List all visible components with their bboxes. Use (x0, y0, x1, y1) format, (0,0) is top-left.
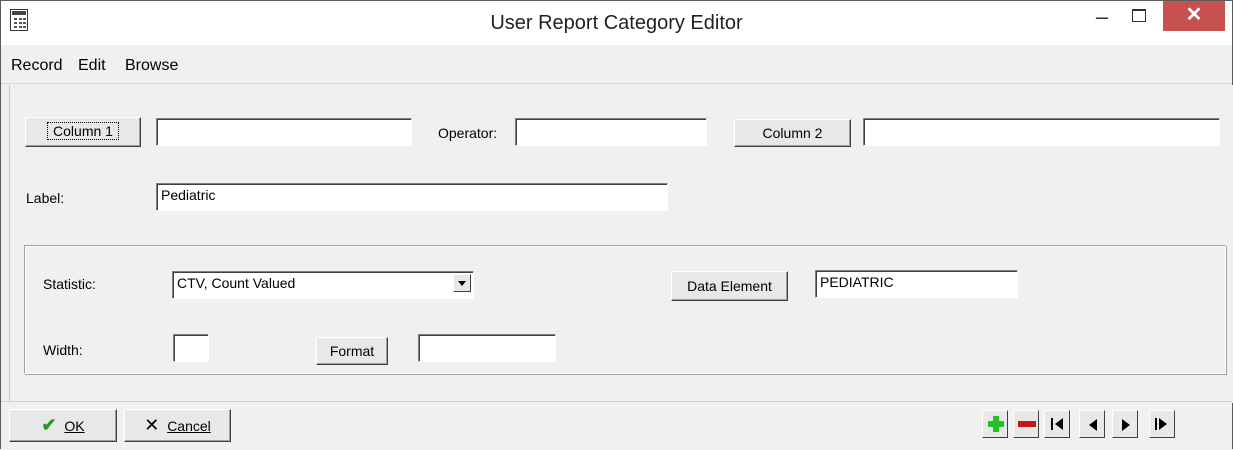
menu-bar: Record Edit Browse (1, 51, 1232, 84)
minimize-button[interactable]: – (1087, 3, 1117, 33)
add-record-icon (988, 416, 1004, 432)
menu-browse[interactable]: Browse (125, 57, 178, 75)
statistic-select[interactable]: CTV, Count Valued (172, 271, 474, 299)
add-record-button[interactable] (982, 410, 1008, 438)
delete-record-button[interactable] (1013, 410, 1039, 438)
x-icon: ✕ (144, 415, 160, 435)
data-element-field[interactable]: PEDIATRIC (815, 270, 1018, 298)
ok-button-label: OK (64, 418, 85, 434)
bottom-toolbar: ✔ OK ✕ Cancel (1, 401, 1232, 450)
statistic-label: Statistic: (43, 276, 96, 292)
editor-form: Column 1 Operator: Column 2 Label: Pedia… (9, 85, 1233, 403)
previous-record-button[interactable] (1079, 410, 1105, 438)
operator-label: Operator: (438, 125, 498, 141)
column2-button[interactable]: Column 2 (734, 119, 851, 147)
last-record-button[interactable] (1149, 410, 1175, 438)
maximize-button[interactable] (1124, 3, 1154, 33)
close-icon: ✕ (1185, 4, 1203, 26)
column1-button-label: Column 1 (47, 122, 119, 140)
maximize-icon (1132, 9, 1146, 22)
operator-field[interactable] (515, 118, 707, 146)
window-title: User Report Category Editor (490, 12, 743, 34)
statistic-group: Statistic: CTV, Count Valued Data Elemen… (24, 245, 1226, 374)
ok-button[interactable]: ✔ OK (9, 409, 117, 442)
delete-record-icon (1018, 421, 1036, 427)
menu-edit[interactable]: Edit (78, 57, 106, 75)
data-element-button[interactable]: Data Element (671, 271, 788, 301)
label-field[interactable]: Pediatric (156, 183, 668, 211)
column2-field[interactable] (863, 118, 1220, 146)
menu-record[interactable]: Record (11, 57, 63, 75)
format-button[interactable]: Format (316, 337, 388, 365)
close-button[interactable]: ✕ (1163, 1, 1225, 31)
previous-record-icon (1089, 419, 1097, 431)
width-field[interactable] (173, 334, 209, 362)
next-record-button[interactable] (1112, 410, 1138, 438)
title-bar[interactable]: User Report Category Editor – ✕ (1, 1, 1232, 45)
cancel-button-label: Cancel (167, 418, 211, 434)
width-label: Width: (43, 342, 83, 358)
checkmark-icon: ✔ (41, 415, 57, 435)
editor-window: User Report Category Editor – ✕ Record E… (0, 0, 1233, 450)
label-label: Label: (26, 190, 65, 206)
statistic-selected-value: CTV, Count Valued (177, 275, 296, 291)
column1-button[interactable]: Column 1 (25, 117, 141, 147)
format-field[interactable] (418, 334, 556, 362)
cancel-button[interactable]: ✕ Cancel (124, 409, 231, 442)
column1-field[interactable] (156, 118, 412, 146)
next-record-icon (1122, 419, 1130, 431)
first-record-button[interactable] (1044, 410, 1070, 438)
chevron-down-icon[interactable] (453, 274, 471, 292)
